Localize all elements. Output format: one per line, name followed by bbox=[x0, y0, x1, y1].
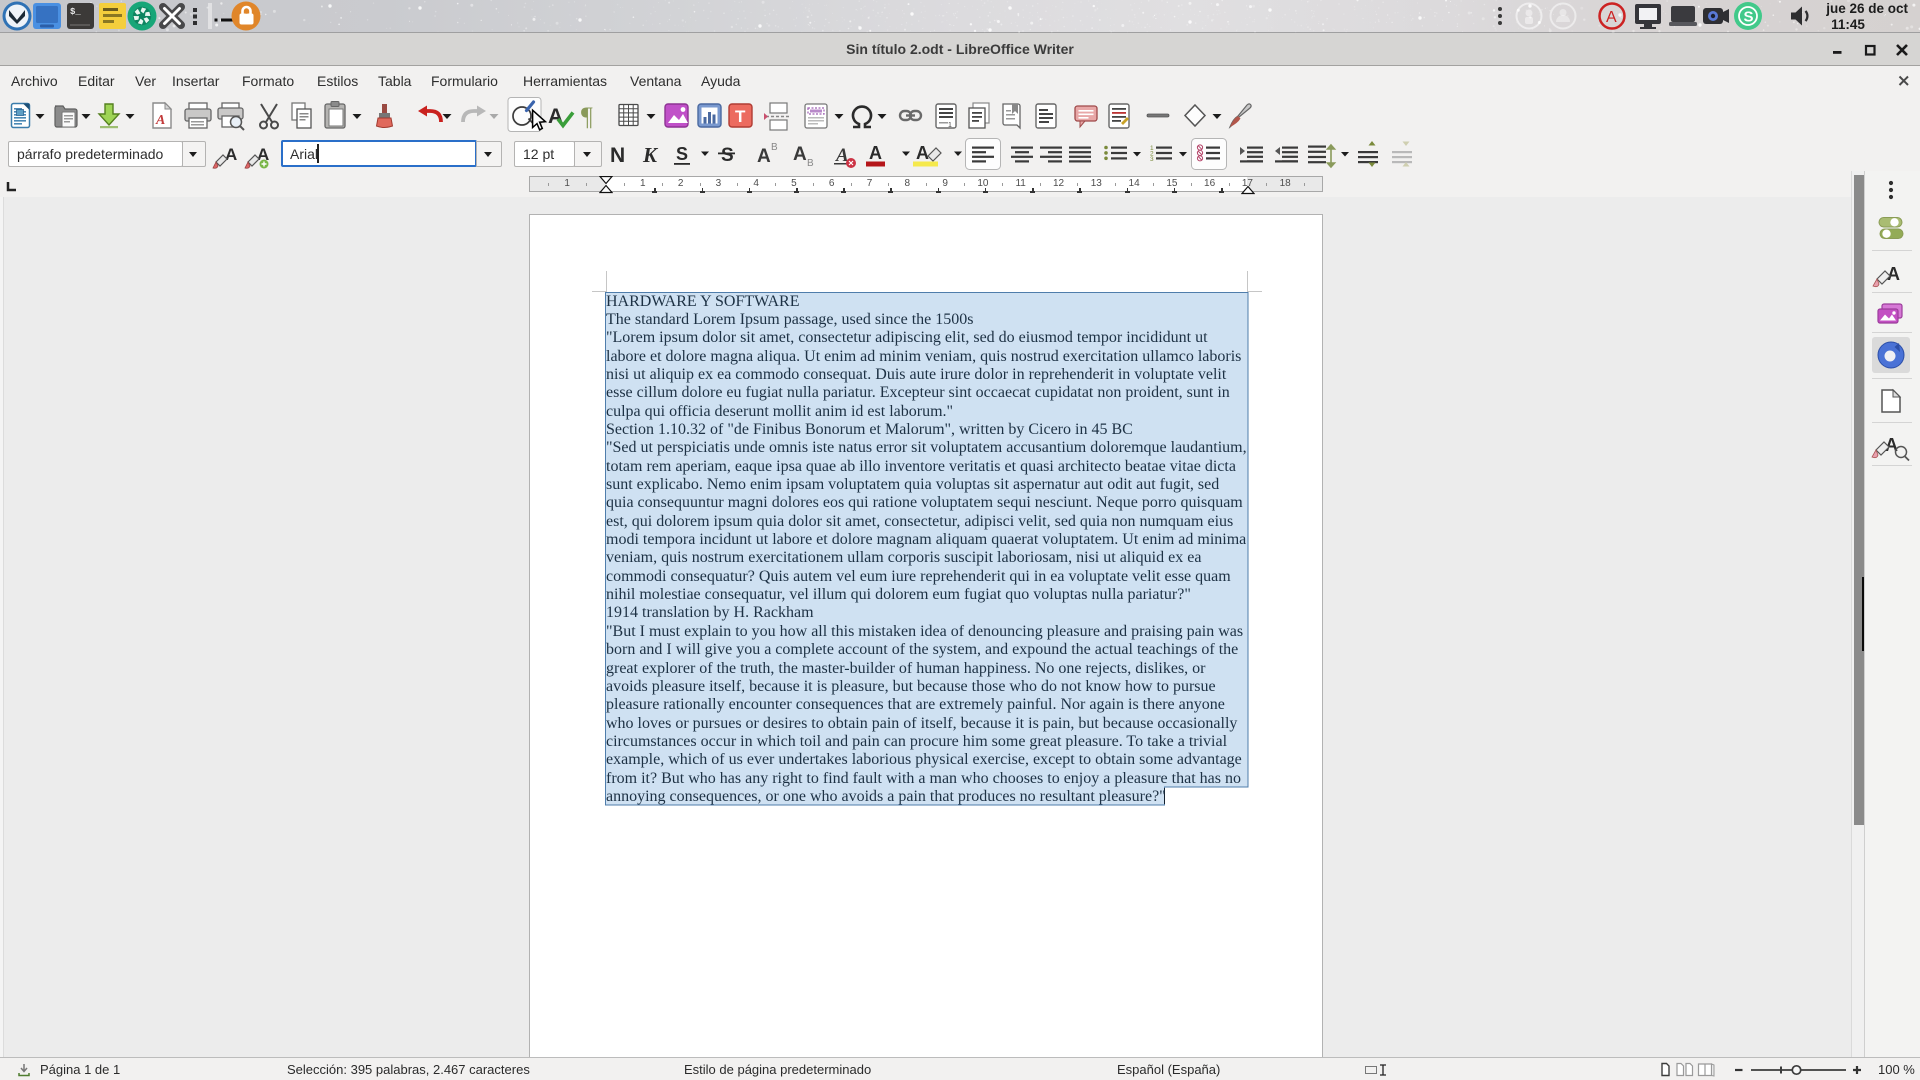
svg-text:3: 3 bbox=[1150, 156, 1154, 163]
svg-text:S: S bbox=[1744, 9, 1754, 26]
svg-text:A: A bbox=[793, 144, 807, 165]
svg-text:A: A bbox=[155, 113, 165, 128]
svg-text:¶: ¶ bbox=[581, 102, 593, 131]
svg-text:T: T bbox=[735, 107, 746, 126]
svg-text:K: K bbox=[642, 143, 659, 167]
svg-text:B: B bbox=[807, 158, 814, 169]
svg-text:A: A bbox=[1606, 9, 1617, 26]
svg-text:A: A bbox=[225, 145, 237, 164]
svg-text:A: A bbox=[869, 143, 882, 163]
svg-text:S: S bbox=[721, 145, 734, 166]
svg-text:$_: $_ bbox=[70, 7, 81, 17]
svg-text:N: N bbox=[610, 144, 625, 167]
svg-text:A: A bbox=[1887, 264, 1900, 284]
svg-text:A: A bbox=[916, 143, 929, 163]
svg-text:S: S bbox=[676, 144, 688, 164]
svg-text:1: 1 bbox=[948, 122, 952, 129]
svg-text:B: B bbox=[771, 142, 778, 153]
svg-text:A: A bbox=[757, 146, 771, 167]
